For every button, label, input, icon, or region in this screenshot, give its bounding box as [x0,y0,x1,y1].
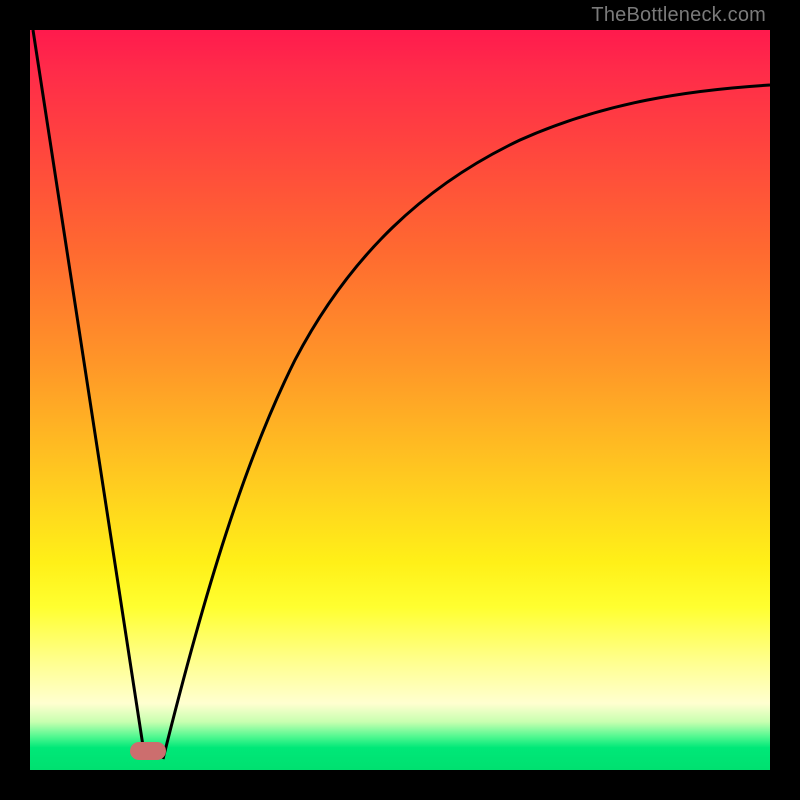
plot-area [30,30,770,770]
chart-frame: TheBottleneck.com [0,0,800,800]
curve-right [163,85,770,759]
optimum-marker [130,742,166,760]
attribution-text: TheBottleneck.com [591,4,766,27]
curve-left [33,30,145,759]
bottleneck-curve [30,30,770,770]
